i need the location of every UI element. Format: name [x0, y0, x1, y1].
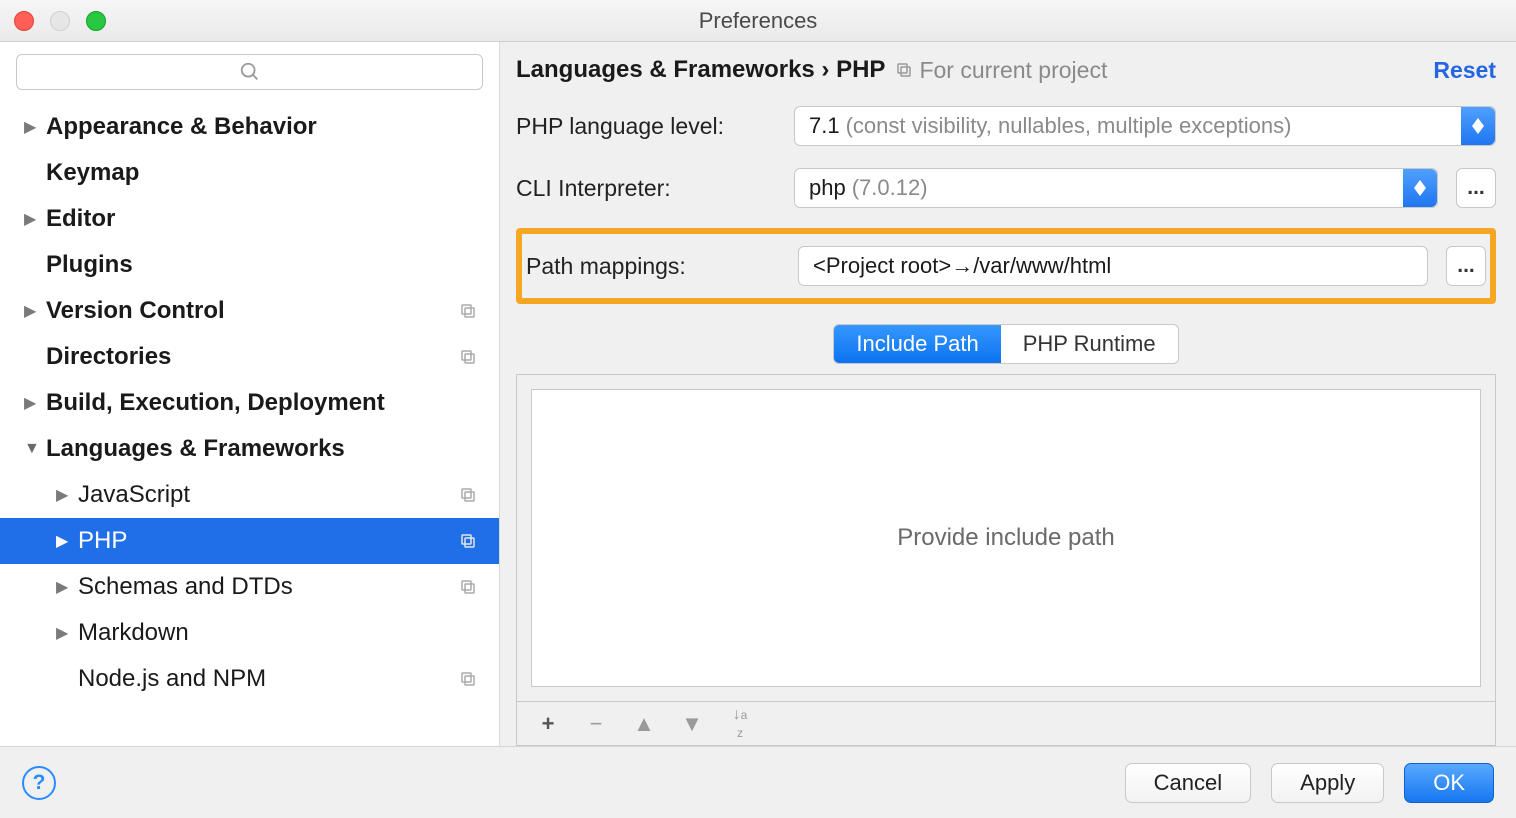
- move-down-button[interactable]: ▼: [681, 711, 703, 737]
- tree-item-javascript[interactable]: ▶JavaScript: [0, 472, 499, 518]
- cancel-button[interactable]: Cancel: [1125, 763, 1251, 803]
- path-mappings-input[interactable]: <Project root>→/var/www/html: [798, 246, 1428, 286]
- minimize-window-button[interactable]: [50, 11, 70, 31]
- tree-item-label: Directories: [46, 343, 499, 371]
- cli-interpreter-select[interactable]: php (7.0.12): [794, 168, 1438, 208]
- ok-button[interactable]: OK: [1404, 763, 1494, 803]
- path-mappings-label: Path mappings:: [526, 253, 780, 280]
- tree-item-label: Appearance & Behavior: [46, 113, 499, 141]
- tab-include-path[interactable]: Include Path: [834, 325, 1000, 363]
- disclosure-triangle-icon: ▶: [24, 301, 46, 321]
- titlebar: Preferences: [0, 0, 1516, 42]
- tree-item-php[interactable]: ▶PHP: [0, 518, 499, 564]
- tree-item-appearance-behavior[interactable]: ▶Appearance & Behavior: [0, 104, 499, 150]
- tree-item-editor[interactable]: ▶Editor: [0, 196, 499, 242]
- tree-item-languages-frameworks[interactable]: ▼Languages & Frameworks: [0, 426, 499, 472]
- tab-php-runtime[interactable]: PHP Runtime: [1001, 325, 1178, 363]
- sort-button[interactable]: ↓az: [729, 706, 751, 742]
- tree-item-version-control[interactable]: ▶Version Control: [0, 288, 499, 334]
- tree-item-label: Build, Execution, Deployment: [46, 389, 499, 417]
- disclosure-triangle-icon: ▶: [56, 577, 78, 597]
- list-toolbar: + − ▲ ▼ ↓az: [517, 701, 1495, 745]
- php-level-hint: (const visibility, nullables, multiple e…: [846, 113, 1292, 139]
- settings-tree: ▶Appearance & Behavior▶Keymap▶Editor▶Plu…: [0, 100, 499, 746]
- add-button[interactable]: +: [537, 711, 559, 737]
- php-level-select[interactable]: 7.1 (const visibility, nullables, multip…: [794, 106, 1496, 146]
- php-level-label: PHP language level:: [516, 113, 776, 140]
- disclosure-triangle-icon: ▶: [56, 531, 78, 551]
- breadcrumb: Languages & Frameworks › PHP: [516, 56, 885, 84]
- scope-label: For current project: [895, 57, 1107, 84]
- main-panel: Languages & Frameworks › PHP For current…: [500, 42, 1516, 746]
- tree-item-label: Keymap: [46, 159, 499, 187]
- tree-item-plugins[interactable]: ▶Plugins: [0, 242, 499, 288]
- project-scope-icon: [457, 300, 479, 322]
- zoom-window-button[interactable]: [86, 11, 106, 31]
- tree-item-label: JavaScript: [78, 481, 499, 509]
- tree-item-node-js-and-npm[interactable]: ▶Node.js and NPM: [0, 656, 499, 702]
- project-scope-icon: [457, 576, 479, 598]
- tree-item-schemas-and-dtds[interactable]: ▶Schemas and DTDs: [0, 564, 499, 610]
- tree-item-keymap[interactable]: ▶Keymap: [0, 150, 499, 196]
- window-title: Preferences: [699, 8, 818, 34]
- select-stepper-icon: [1403, 169, 1437, 207]
- cli-interpreter-browse-button[interactable]: ...: [1456, 168, 1496, 208]
- tree-item-label: PHP: [78, 527, 499, 555]
- tree-item-label: Languages & Frameworks: [46, 435, 499, 463]
- project-scope-icon: [457, 346, 479, 368]
- tree-item-label: Schemas and DTDs: [78, 573, 499, 601]
- tree-item-markdown[interactable]: ▶Markdown: [0, 610, 499, 656]
- move-up-button[interactable]: ▲: [633, 711, 655, 737]
- disclosure-triangle-icon: ▶: [24, 393, 46, 413]
- search-input[interactable]: [16, 54, 483, 90]
- cli-interpreter-label: CLI Interpreter:: [516, 175, 776, 202]
- include-path-panel: Provide include path + − ▲ ▼ ↓az: [516, 374, 1496, 746]
- path-mappings-row-highlight: Path mappings: <Project root>→/var/www/h…: [516, 228, 1496, 304]
- project-scope-icon: [457, 484, 479, 506]
- tree-item-directories[interactable]: ▶Directories: [0, 334, 499, 380]
- tree-item-label: Version Control: [46, 297, 499, 325]
- project-scope-icon: [457, 668, 479, 690]
- tree-item-label: Markdown: [78, 619, 499, 647]
- reset-link[interactable]: Reset: [1433, 57, 1496, 84]
- tree-item-build-execution-deployment[interactable]: ▶Build, Execution, Deployment: [0, 380, 499, 426]
- tree-item-label: Plugins: [46, 251, 499, 279]
- close-window-button[interactable]: [14, 11, 34, 31]
- sidebar: ▶Appearance & Behavior▶Keymap▶Editor▶Plu…: [0, 42, 500, 746]
- disclosure-triangle-icon: ▶: [56, 485, 78, 505]
- help-button[interactable]: ?: [22, 766, 56, 800]
- php-level-value: 7.1: [809, 113, 840, 139]
- path-mappings-browse-button[interactable]: ...: [1446, 246, 1486, 286]
- remove-button[interactable]: −: [585, 711, 607, 737]
- select-stepper-icon: [1461, 107, 1495, 145]
- cli-interpreter-value: php: [809, 175, 846, 201]
- disclosure-triangle-icon: ▼: [24, 440, 46, 458]
- project-scope-icon: [895, 61, 913, 79]
- dialog-footer: ? Cancel Apply OK: [0, 746, 1516, 818]
- disclosure-triangle-icon: ▶: [24, 117, 46, 137]
- tree-item-label: Editor: [46, 205, 499, 233]
- project-scope-icon: [457, 530, 479, 552]
- search-icon: [239, 61, 261, 83]
- cli-interpreter-hint: (7.0.12): [852, 175, 928, 201]
- apply-button[interactable]: Apply: [1271, 763, 1384, 803]
- disclosure-triangle-icon: ▶: [56, 623, 78, 643]
- path-mappings-value: <Project root>→/var/www/html: [813, 253, 1111, 279]
- tree-item-label: Node.js and NPM: [78, 665, 499, 693]
- tab-group: Include Path PHP Runtime: [833, 324, 1178, 364]
- window-controls: [14, 11, 106, 31]
- scope-text: For current project: [919, 57, 1107, 84]
- disclosure-triangle-icon: ▶: [24, 209, 46, 229]
- include-path-placeholder: Provide include path: [531, 389, 1481, 687]
